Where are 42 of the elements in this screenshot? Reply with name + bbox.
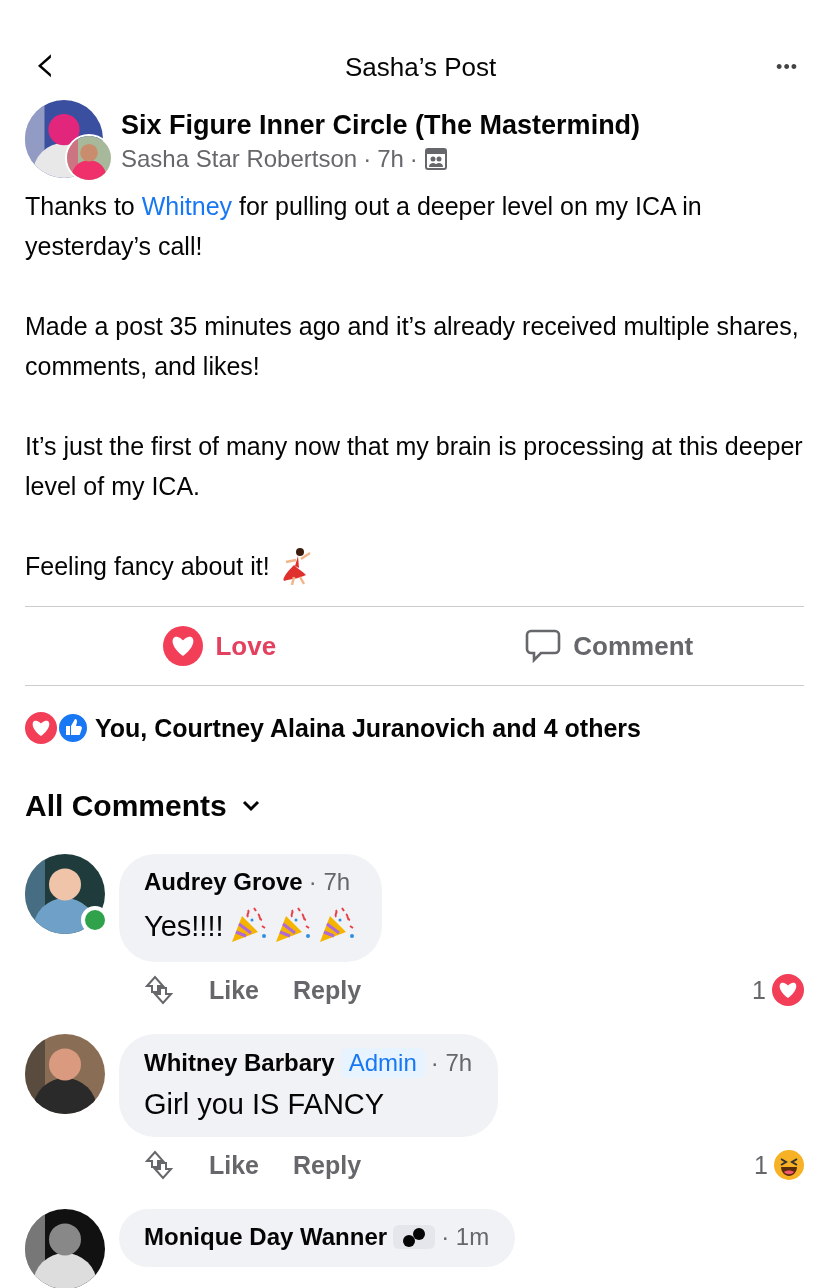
comment-time: · 1m — [441, 1223, 490, 1251]
post-text: It’s just the first of many now that my brain is processing at this deeper level of my ICA. — [25, 432, 803, 500]
post-text: Feeling fancy about it! — [25, 551, 270, 582]
love-button[interactable]: Love — [25, 607, 415, 685]
reply-button[interactable]: Reply — [293, 975, 362, 1005]
comment-text: Yes!!!! — [144, 909, 224, 943]
badge-icon — [393, 1225, 436, 1249]
reaction-count: 1 — [754, 1150, 768, 1180]
like-button[interactable]: Like — [209, 975, 260, 1005]
commenter-name[interactable]: Whitney Barbary — [144, 1049, 335, 1077]
comment-text: Girl you IS FANCY — [144, 1088, 385, 1121]
comments-filter[interactable]: All Comments — [25, 774, 261, 838]
back-button[interactable]: ‹ — [25, 35, 65, 99]
reactions-summary[interactable]: You, Courtney Alaina Juranovich and 4 others — [95, 713, 641, 743]
commenter-name[interactable]: Monique Day Wanner — [144, 1223, 388, 1251]
speech-bubble-icon — [525, 628, 562, 664]
post-time: 7h — [377, 144, 404, 174]
reply-button[interactable]: Reply — [293, 1150, 362, 1180]
reaction-count: 1 — [752, 975, 766, 1005]
like-button[interactable]: Like — [209, 1150, 260, 1180]
love-reaction-icon — [25, 712, 57, 744]
page-title: Sasha’s Post — [343, 51, 498, 83]
share-arrows-icon — [143, 1148, 175, 1182]
author-name[interactable]: Sasha Star Robertson — [121, 143, 358, 175]
more-button[interactable]: ••• — [776, 56, 804, 78]
share-arrows-icon — [143, 973, 175, 1007]
post-text: Made a post 35 minutes ago and it’s already received multiple shares, comments, and likes! — [25, 312, 799, 380]
comment-time: · 7h — [430, 1049, 473, 1077]
chevron-down-icon — [240, 799, 261, 813]
separator: · — [409, 144, 418, 174]
laughing-emoji-icon — [774, 1150, 804, 1180]
admin-badge: Admin — [340, 1048, 425, 1078]
mention-link[interactable]: Whitney — [141, 192, 233, 220]
comment-button[interactable]: Comment — [414, 607, 804, 685]
comment-time: · 7h — [308, 868, 351, 896]
members-icon — [423, 147, 448, 171]
post-text: Thanks to Whitney for pulling out a deeper level on my ICA in yesterday’s call! — [25, 192, 702, 260]
love-reaction-icon — [772, 974, 804, 1006]
like-reaction-icon — [57, 712, 89, 744]
group-name[interactable]: Six Figure Inner Circle (The Mastermind) — [121, 107, 641, 143]
separator: · — [363, 144, 372, 174]
commenter-name[interactable]: Audrey Grove — [144, 868, 303, 896]
